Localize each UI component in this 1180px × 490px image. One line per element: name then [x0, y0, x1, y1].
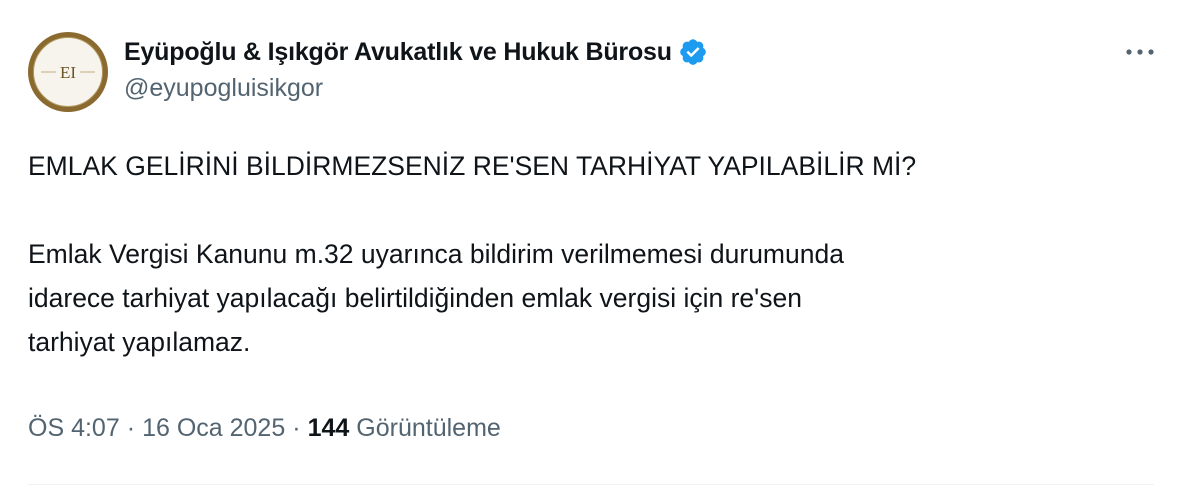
views-count[interactable]: 144 [308, 414, 350, 443]
author-display-name[interactable]: Eyüpoğlu & Işıkgör Avukatlık ve Hukuk Bü… [124, 38, 672, 67]
tweet: EI Eyüpoğlu & Işıkgör Avukatlık ve Hukuk… [0, 0, 1180, 490]
more-options-button[interactable] [1122, 40, 1158, 64]
firm-logo-icon: EI [41, 63, 95, 82]
tweet-meta: ÖS 4:07 · 16 Oca 2025 · 144 Görüntüleme [28, 414, 501, 443]
tweet-text: EMLAK GELİRİNİ BİLDİRMEZSENİZ RE'SEN TAR… [28, 144, 1148, 364]
tweet-time[interactable]: ÖS 4:07 [28, 414, 120, 443]
tweet-header: Eyüpoğlu & Işıkgör Avukatlık ve Hukuk Bü… [124, 34, 708, 103]
views-label[interactable]: Görüntüleme [356, 414, 501, 443]
avatar[interactable]: EI [28, 32, 108, 112]
divider [28, 484, 1154, 485]
more-horizontal-icon [1126, 49, 1154, 55]
tweet-headline: EMLAK GELİRİNİ BİLDİRMEZSENİZ RE'SEN TAR… [28, 151, 917, 181]
avatar-monogram: EI [60, 63, 76, 82]
meta-separator: · [292, 414, 301, 442]
tweet-date[interactable]: 16 Oca 2025 [142, 414, 285, 443]
avatar-logo: EI [33, 37, 103, 107]
tweet-body: Emlak Vergisi Kanunu m.32 uyarınca bildi… [28, 239, 844, 357]
meta-separator: · [126, 414, 136, 442]
author-handle[interactable]: @eyupogluisikgor [124, 74, 708, 103]
verified-badge-icon[interactable] [678, 37, 708, 67]
name-row: Eyüpoğlu & Işıkgör Avukatlık ve Hukuk Bü… [124, 34, 708, 70]
